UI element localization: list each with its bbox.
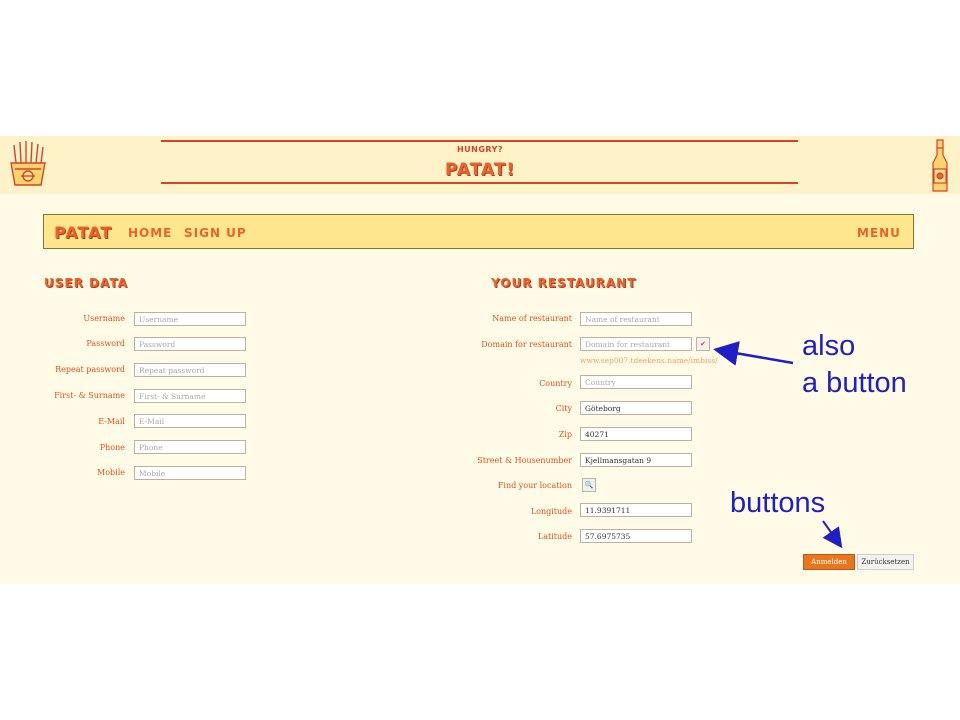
longitude-label: Longitude: [530, 507, 572, 516]
longitude-input[interactable]: [580, 503, 692, 517]
phone-input[interactable]: [134, 440, 246, 454]
header-bottom-rule: [161, 182, 798, 184]
header-tagline: HUNGRY?: [456, 145, 504, 154]
annotation-a-button: a button: [802, 367, 907, 399]
submit-button[interactable]: Anmelden: [803, 554, 855, 570]
find-location-search-icon[interactable]: 🔍: [582, 478, 596, 492]
header-title: PATAT!: [444, 160, 516, 180]
password-input[interactable]: [134, 337, 246, 351]
nav-brand[interactable]: PATAT: [54, 223, 112, 242]
latitude-label: Latitude: [537, 532, 572, 541]
country-input[interactable]: [580, 375, 692, 389]
header: HUNGRY? PATAT!: [0, 136, 960, 194]
repeat-password-input[interactable]: [134, 363, 246, 377]
restaurant-name-input[interactable]: [580, 312, 692, 326]
city-label: City: [555, 404, 572, 413]
nav-signup-link[interactable]: SIGN UP: [184, 226, 247, 240]
nav-home-link[interactable]: HOME: [128, 226, 172, 240]
restaurant-title: YOUR RESTAURANT: [491, 276, 637, 290]
email-label: E-Mail: [98, 417, 125, 426]
password-label: Password: [86, 339, 125, 348]
latitude-input[interactable]: [580, 529, 692, 543]
name-label: First- & Surname: [54, 391, 125, 400]
restaurant-name-label: Name of restaurant: [492, 314, 572, 323]
domain-hint: www.sep007.tdeekens.name/imbiss/: [580, 356, 718, 365]
mobile-label: Mobile: [97, 468, 125, 477]
phone-label: Phone: [99, 443, 125, 452]
reset-button[interactable]: Zurücksetzen: [857, 554, 914, 570]
domain-label: Domain for restaurant: [481, 340, 572, 349]
user-data-title: USER DATA: [44, 276, 128, 290]
navbar: PATAT HOME SIGN UP MENU: [43, 214, 914, 249]
annotation-buttons: buttons: [730, 487, 826, 519]
annotation-also: also: [802, 330, 856, 362]
street-label: Street & Housenumber: [477, 456, 572, 465]
repeat-password-label: Repeat password: [55, 365, 125, 374]
username-label: Username: [83, 314, 125, 323]
zip-input[interactable]: [580, 427, 692, 441]
city-input[interactable]: [580, 401, 692, 415]
mobile-input[interactable]: [134, 466, 246, 480]
zip-label: Zip: [558, 430, 572, 439]
country-label: Country: [539, 379, 572, 388]
domain-input[interactable]: [580, 337, 692, 351]
sauce-bottle-icon: [932, 139, 948, 192]
street-input[interactable]: [580, 453, 692, 467]
username-input[interactable]: [134, 312, 246, 326]
domain-check-button[interactable]: ✔: [696, 337, 710, 351]
find-location-label: Find your location: [497, 481, 572, 490]
name-input[interactable]: [134, 389, 246, 403]
email-input[interactable]: [134, 414, 246, 428]
nav-menu-link[interactable]: MENU: [857, 226, 901, 240]
header-top-rule: [161, 140, 798, 142]
